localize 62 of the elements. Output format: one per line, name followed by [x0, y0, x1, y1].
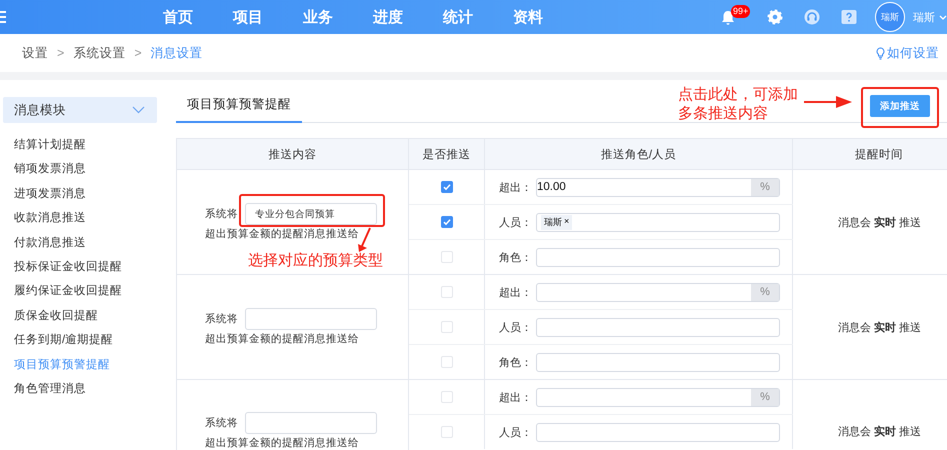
column-header: 推送角色/人员 [485, 139, 793, 169]
sidebar-item[interactable]: 投标保证金收回提醒 [0, 254, 168, 280]
role-field[interactable] [536, 248, 780, 266]
bell-icon[interactable] [721, 10, 735, 24]
field-label: 角色： [499, 356, 533, 370]
help-icon[interactable] [841, 9, 857, 25]
module-dropdown[interactable]: 消息模块 [3, 97, 157, 123]
breadcrumb-separator: > [57, 46, 64, 60]
reminder-time-text: 消息会 实时 推送 [838, 216, 922, 230]
sidebar-item[interactable]: 进项发票消息 [0, 182, 168, 206]
role-field[interactable] [536, 352, 780, 372]
people-field[interactable]: 瑞斯 × [536, 212, 780, 232]
sidebar-item[interactable]: 履约保证金收回提醒 [0, 279, 168, 304]
notification-badge: 99+ [731, 5, 750, 18]
headset-icon[interactable] [804, 9, 820, 25]
arrow-annotation [356, 227, 372, 253]
tab[interactable]: 项目预算预警提醒 [176, 96, 302, 123]
rule-text: 系统将 [205, 207, 238, 221]
sidebar-item[interactable]: 收款消息推送 [0, 206, 168, 231]
field-label: 超出： [499, 180, 533, 194]
field-label: 超出： [499, 390, 533, 404]
people-field[interactable] [536, 318, 780, 336]
reminder-time-text: 消息会 实时 推送 [838, 424, 922, 438]
lightbulb-icon [876, 46, 885, 60]
rule-text: 超出预算金额的提醒消息推送给 [205, 332, 359, 346]
rule-text: 系统将 [205, 312, 238, 326]
percent-field[interactable]: 10.00 % [536, 178, 780, 196]
breadcrumb-item[interactable]: 设置 [22, 44, 48, 62]
sidebar-item[interactable]: 结算计划提醒 [0, 133, 168, 158]
annotation-text: 点击此处，可添加 多条推送内容 [678, 85, 798, 123]
field-label: 人员： [499, 320, 533, 334]
rule-text: 超出预算金额的提醒消息推送给 [205, 227, 359, 241]
field-label: 人员： [499, 216, 533, 230]
caret-icon[interactable] [939, 14, 947, 20]
chevron-down-icon [132, 106, 145, 114]
breadcrumb-item: 消息设置 [150, 44, 203, 62]
breadcrumb-separator: > [134, 46, 142, 60]
sidebar-item[interactable]: 任务到期/逾期提醒 [0, 328, 168, 353]
breadcrumb-item[interactable]: 系统设置 [73, 44, 126, 62]
people-field[interactable] [536, 422, 780, 442]
field-label: 角色： [499, 250, 533, 264]
arrow-annotation [804, 96, 852, 108]
checkbox[interactable] [440, 181, 452, 193]
column-header: 提醒时间 [793, 139, 947, 169]
budget-type-select[interactable]: 专业分包合同预算 [245, 203, 377, 225]
sidebar-item[interactable]: 质保金收回提醒 [0, 304, 168, 328]
sidebar-item[interactable]: 销项发票消息 [0, 157, 168, 182]
budget-type-select[interactable] [245, 308, 377, 330]
checkbox[interactable] [440, 216, 452, 228]
rule-text: 系统将 [205, 416, 238, 430]
person-tag[interactable]: 瑞斯 × [541, 214, 572, 230]
rule-text: 超出预算金额的提醒消息推送给 [205, 436, 359, 450]
column-header: 推送内容 [177, 139, 409, 169]
column-header: 是否推送 [409, 139, 485, 169]
sidebar-item[interactable]: 角色管理消息 [0, 376, 168, 402]
field-label: 人员： [499, 426, 533, 440]
budget-type-select[interactable] [245, 412, 377, 434]
annotation-text: 选择对应的预算类型 [248, 251, 383, 270]
sidebar-item[interactable]: 付款消息推送 [0, 230, 168, 255]
field-label: 超出： [499, 286, 533, 300]
settings-icon[interactable] [767, 9, 783, 25]
reminder-time-text: 消息会 实时 推送 [838, 320, 922, 334]
